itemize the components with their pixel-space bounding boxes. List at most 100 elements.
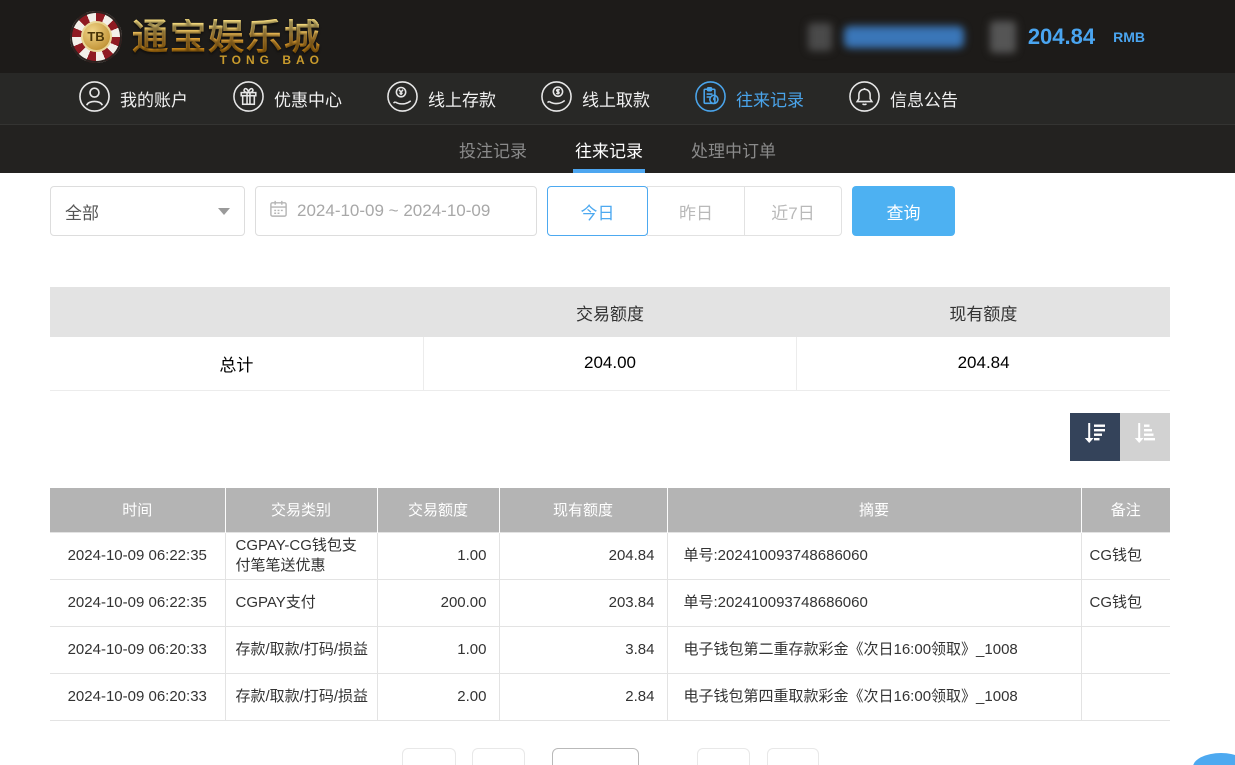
cell-amount: 2.00 — [377, 674, 499, 721]
chevron-down-icon — [218, 208, 230, 215]
cell-summary: 电子钱包第四重取款彩金《次日16:00领取》_1008 — [667, 674, 1081, 721]
last7days-button[interactable]: 近7日 — [744, 186, 842, 236]
casino-chip-icon: TB — [70, 11, 122, 63]
nav-label: 我的账户 — [120, 86, 188, 111]
balance-area[interactable]: 204.84 RMB — [990, 21, 1145, 53]
type-select-value: 全部 — [65, 199, 99, 224]
cell-amount: 1.00 — [377, 533, 499, 580]
top-header: TB 通宝娱乐城 TONG BAO 204.84 RMB — [0, 0, 1235, 73]
cell-type: 存款/取款/打码/损益 — [225, 674, 377, 721]
cell-balance: 204.84 — [499, 533, 667, 580]
bell-icon — [848, 80, 881, 118]
sort-descending-button[interactable] — [1070, 413, 1120, 461]
table-row: 2024-10-09 06:20:33 存款/取款/打码/损益 2.00 2.8… — [50, 674, 1170, 721]
col-header-balance: 现有额度 — [499, 488, 667, 533]
tab-betting-records[interactable]: 投注记录 — [457, 125, 529, 173]
nav-item-withdraw[interactable]: 线上取款 — [540, 80, 650, 118]
records-table: 时间 交易类别 交易额度 现有额度 摘要 备注 2024-10-09 06:22… — [50, 488, 1170, 722]
type-select[interactable]: 全部 — [50, 186, 245, 236]
wallet-icon-blurred — [990, 21, 1016, 53]
page: TB 通宝娱乐城 TONG BAO 204.84 RMB 我的账户 — [0, 0, 1235, 765]
nav-item-announcements[interactable]: 信息公告 — [848, 80, 958, 118]
pagination-last-button[interactable] — [767, 748, 819, 765]
site-logo[interactable]: TB 通宝娱乐城 TONG BAO — [70, 11, 322, 63]
withdraw-icon — [540, 80, 573, 118]
sort-controls — [50, 413, 1170, 461]
cell-summary: 单号:202410093748686060 — [667, 580, 1081, 627]
nav-item-my-account[interactable]: 我的账户 — [78, 80, 188, 118]
summary-total-label: 总计 — [50, 337, 423, 390]
col-header-note: 备注 — [1081, 488, 1170, 533]
table-row: 2024-10-09 06:22:35 CGPAY支付 200.00 203.8… — [50, 580, 1170, 627]
sort-asc-icon — [1130, 419, 1160, 454]
date-range-value: 2024-10-09 ~ 2024-10-09 — [297, 201, 490, 221]
nav-item-deposit[interactable]: 线上存款 — [386, 80, 496, 118]
col-header-time: 时间 — [50, 488, 225, 533]
cell-summary: 单号:202410093748686060 — [667, 533, 1081, 580]
gift-icon — [232, 80, 265, 118]
cell-balance: 203.84 — [499, 580, 667, 627]
cell-time: 2024-10-09 06:20:33 — [50, 674, 225, 721]
cell-balance: 2.84 — [499, 674, 667, 721]
col-header-type: 交易类别 — [225, 488, 377, 533]
main-nav: 我的账户 优惠中心 线上存款 线上取款 往来记录 信息公告 — [0, 73, 1235, 125]
nav-item-transactions[interactable]: 往来记录 — [694, 80, 804, 118]
table-row: 2024-10-09 06:22:35 CGPAY-CG钱包支付笔笔送优惠 1.… — [50, 533, 1170, 580]
quick-date-buttons: 今日 昨日 近7日 — [547, 186, 842, 236]
user-icon-blurred — [808, 23, 832, 51]
cell-type: CGPAY-CG钱包支付笔笔送优惠 — [225, 533, 377, 580]
pagination-first-button[interactable] — [402, 748, 456, 765]
cell-time: 2024-10-09 06:22:35 — [50, 580, 225, 627]
yesterday-button[interactable]: 昨日 — [647, 186, 745, 236]
site-title: 通宝娱乐城 — [132, 19, 322, 55]
tab-transaction-records[interactable]: 往来记录 — [573, 125, 645, 173]
nav-label: 往来记录 — [736, 86, 804, 111]
pagination-next-button[interactable] — [697, 748, 750, 765]
summary-header-row: 交易额度 现有额度 — [50, 287, 1170, 337]
cell-type: CGPAY支付 — [225, 580, 377, 627]
summary-header-empty — [50, 287, 423, 337]
summary-total-transaction: 204.00 — [423, 337, 796, 390]
nav-label: 优惠中心 — [274, 86, 342, 111]
records-icon — [694, 80, 727, 118]
filter-row: 全部 2024-10-09 ~ 2024-10-09 今日 昨日 近7日 查询 — [50, 186, 1170, 236]
record-tabs: 投注记录 往来记录 处理中订单 — [0, 125, 1235, 173]
summary-total-current: 204.84 — [797, 337, 1170, 390]
cell-note: CG钱包 — [1081, 580, 1170, 627]
search-button[interactable]: 查询 — [852, 186, 955, 236]
sort-ascending-button[interactable] — [1120, 413, 1170, 461]
corner-widget-button[interactable] — [1193, 753, 1235, 765]
site-subtitle: TONG BAO — [220, 54, 324, 66]
summary-table: 交易额度 现有额度 总计 204.00 204.84 — [50, 287, 1170, 391]
summary-header-transaction-amount: 交易额度 — [423, 287, 796, 337]
pagination-page-select[interactable] — [552, 748, 639, 765]
summary-header-current-amount: 现有额度 — [797, 287, 1170, 337]
cell-balance: 3.84 — [499, 627, 667, 674]
cell-time: 2024-10-09 06:20:33 — [50, 627, 225, 674]
tab-processing-orders[interactable]: 处理中订单 — [689, 125, 778, 173]
col-header-summary: 摘要 — [667, 488, 1081, 533]
nav-label: 信息公告 — [890, 86, 958, 111]
cell-amount: 1.00 — [377, 627, 499, 674]
balance-amount: 204.84 — [1028, 24, 1095, 50]
chip-label: TB — [81, 21, 112, 52]
username-blurred — [844, 26, 964, 48]
user-account-area[interactable] — [808, 23, 964, 51]
sort-desc-icon — [1080, 419, 1110, 454]
content-area: 全部 2024-10-09 ~ 2024-10-09 今日 昨日 近7日 查询 … — [0, 173, 1235, 721]
nav-item-promotions[interactable]: 优惠中心 — [232, 80, 342, 118]
records-header-row: 时间 交易类别 交易额度 现有额度 摘要 备注 — [50, 488, 1170, 533]
cell-type: 存款/取款/打码/损益 — [225, 627, 377, 674]
cell-note: CG钱包 — [1081, 533, 1170, 580]
date-range-input[interactable]: 2024-10-09 ~ 2024-10-09 — [255, 186, 537, 236]
summary-total-row: 总计 204.00 204.84 — [50, 337, 1170, 390]
cell-note — [1081, 627, 1170, 674]
cell-amount: 200.00 — [377, 580, 499, 627]
col-header-amount: 交易额度 — [377, 488, 499, 533]
cell-time: 2024-10-09 06:22:35 — [50, 533, 225, 580]
pagination-prev-button[interactable] — [472, 748, 525, 765]
table-row: 2024-10-09 06:20:33 存款/取款/打码/损益 1.00 3.8… — [50, 627, 1170, 674]
deposit-icon — [386, 80, 419, 118]
nav-label: 线上存款 — [428, 86, 496, 111]
today-button[interactable]: 今日 — [547, 186, 648, 236]
